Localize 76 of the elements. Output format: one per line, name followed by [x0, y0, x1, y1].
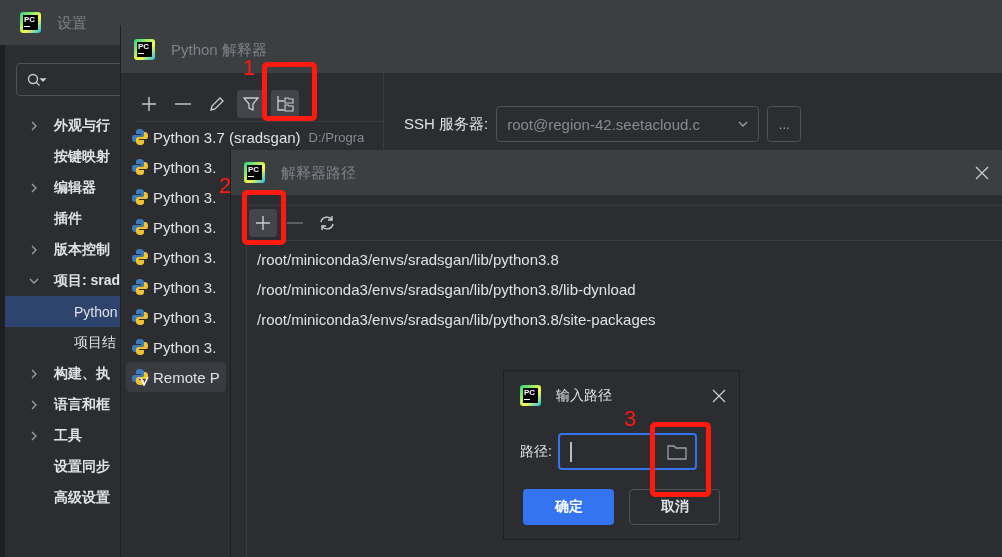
plus-icon	[255, 215, 271, 231]
tree-item[interactable]: 外观与行	[5, 110, 120, 141]
refresh-icon	[318, 214, 336, 232]
window-title: 设置	[57, 14, 87, 31]
tree-item[interactable]: Python	[5, 296, 120, 327]
ok-button[interactable]: 确定	[523, 489, 614, 525]
annotation-frame	[242, 190, 286, 245]
dialog-title: 解释器路径	[281, 164, 356, 181]
tree-item[interactable]: 项目结	[5, 327, 120, 358]
interpreter-item[interactable]: Remote P	[126, 362, 226, 392]
interpreter-path: D:/Progra	[308, 129, 365, 145]
text-cursor	[569, 441, 572, 462]
interpreter-item[interactable]: Python 3.	[126, 272, 223, 302]
tree-item[interactable]: 构建、执	[5, 358, 120, 389]
close-icon	[975, 165, 989, 180]
interpreter-item[interactable]: Python 3.	[126, 242, 223, 272]
chevron-right-icon[interactable]	[29, 368, 39, 379]
path-item[interactable]: /root/miniconda3/envs/sradsgan/lib/python3.8/site-packages	[247, 304, 656, 334]
interpreter-item[interactable]: Python 3.	[126, 332, 223, 362]
annotation-number: 2	[219, 176, 232, 196]
interpreter-item[interactable]: Python 3.7 (sradsgan) D:/Progra	[126, 122, 371, 152]
tree-item[interactable]: 插件	[5, 203, 120, 234]
filter-button[interactable]	[237, 89, 265, 118]
add-button[interactable]	[249, 209, 277, 237]
interpreter-item[interactable]: Python 3.	[126, 302, 223, 332]
chevron-right-icon[interactable]	[29, 120, 39, 131]
python-icon	[131, 338, 149, 356]
python-remote-icon	[131, 368, 149, 386]
python-icon	[131, 248, 149, 266]
annotation-frame	[262, 62, 317, 121]
minus-icon	[175, 102, 191, 105]
chevron-right-icon[interactable]	[29, 399, 39, 410]
dialog-title: Python 解释器	[171, 40, 267, 58]
ssh-server-dropdown[interactable]: root@region-42.seetacloud.c	[496, 106, 760, 142]
chevron-right-icon[interactable]	[29, 182, 39, 193]
python-icon	[131, 188, 149, 206]
close-icon	[712, 388, 726, 403]
pencil-icon	[209, 95, 225, 112]
annotation-number: 1	[243, 58, 256, 78]
paths-button[interactable]	[271, 89, 299, 118]
python-icon	[131, 278, 149, 296]
chevron-right-icon[interactable]	[29, 430, 39, 441]
app-logo-icon: PC	[520, 385, 541, 406]
path-label: 路径:	[520, 442, 552, 461]
chevron-right-icon[interactable]	[29, 244, 39, 255]
tree-item[interactable]: 设置同步	[5, 451, 120, 482]
folder-tree-icon	[276, 94, 294, 113]
tree-item[interactable]: 编辑器	[5, 172, 120, 203]
python-icon	[131, 128, 149, 146]
python-icon	[131, 218, 149, 236]
app-logo-icon: PC	[20, 12, 41, 33]
python-icon	[131, 158, 149, 176]
dialog-title: 输入路径	[556, 386, 612, 405]
plus-icon	[141, 95, 157, 112]
annotation-number: 3	[624, 409, 637, 429]
more-button[interactable]: ...	[767, 106, 802, 142]
tree-item[interactable]: 按键映射	[5, 141, 120, 172]
filter-icon	[243, 95, 259, 112]
chevron-down-icon[interactable]	[738, 119, 749, 129]
python-icon	[131, 308, 149, 326]
app-logo-icon: PC	[244, 162, 265, 183]
tree-item[interactable]: 工具	[5, 420, 120, 451]
ssh-server-label: SSH 服务器:	[404, 114, 489, 134]
path-item[interactable]: /root/miniconda3/envs/sradsgan/lib/python3.8/lib-dynload	[247, 274, 636, 304]
tree-item[interactable]: 版本控制	[5, 234, 120, 265]
minus-icon	[287, 222, 303, 224]
folder-icon[interactable]	[666, 443, 687, 460]
cancel-button[interactable]: 取消	[629, 489, 720, 525]
app-logo-icon: PC	[134, 38, 155, 60]
path-item[interactable]: /root/miniconda3/envs/sradsgan/lib/python3.8	[247, 244, 559, 274]
tree-item[interactable]: 项目: srad	[5, 265, 120, 296]
path-input-field[interactable]	[557, 433, 697, 470]
search-icon	[27, 72, 47, 87]
tree-item[interactable]: 语言和框	[5, 389, 120, 420]
tree-item[interactable]: 高级设置	[5, 482, 120, 513]
interpreter-item[interactable]: Python 3.	[126, 212, 223, 242]
